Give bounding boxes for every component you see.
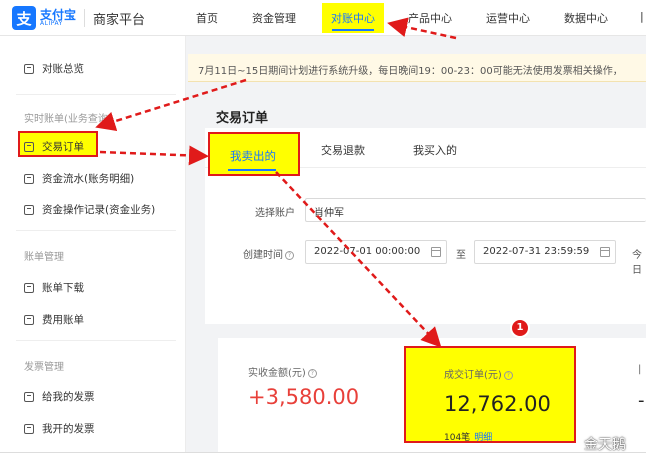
deal-orders-highlight: 成交订单(元)? 12,762.00 104笔 明细: [404, 346, 576, 443]
sidebar-divider: [16, 340, 176, 341]
download-icon: [24, 282, 34, 293]
overview-icon: [24, 63, 34, 74]
tab-refunds[interactable]: 交易退款: [321, 142, 365, 158]
detail-link[interactable]: 明细: [474, 433, 492, 443]
invoice-in-icon: [24, 391, 34, 402]
bottom-edge: [0, 452, 646, 463]
nav-home[interactable]: 首页: [196, 10, 218, 26]
deal-orders-label: 成交订单(元)?: [444, 366, 513, 381]
received-amount-label: 实收金额(元)?: [248, 364, 317, 379]
step-badge: 1: [510, 318, 530, 338]
nav-active-underline: [332, 29, 374, 31]
alipay-logo-icon: 支: [12, 6, 36, 30]
range-separator: 至: [456, 250, 466, 261]
fee-icon: [24, 314, 34, 325]
next-stat-value: -: [638, 390, 645, 411]
sidebar-group-realtime: 实时账单(业务查询): [24, 114, 112, 125]
help-icon: ?: [307, 369, 317, 378]
flow-icon: [24, 173, 34, 184]
tab-sold[interactable]: 我卖出的: [208, 132, 300, 176]
deal-orders-count: 104笔 明细: [444, 433, 493, 443]
sidebar-divider: [16, 94, 176, 95]
help-icon: ?: [503, 371, 513, 380]
nav-reconciliation[interactable]: 对账中心: [322, 3, 384, 33]
nav-operations[interactable]: 运营中心: [486, 10, 530, 26]
order-tabs: 我卖出的 交易退款 我买入的: [205, 128, 646, 176]
sidebar-group-invoice: 发票管理: [24, 362, 64, 373]
sidebar-item-overview[interactable]: 对账总览: [24, 61, 84, 76]
nav-funds[interactable]: 资金管理: [252, 10, 296, 26]
next-stat-label: |: [638, 364, 642, 375]
alipay-logo[interactable]: 支 支付宝 ALIPAY 商家平台: [12, 6, 145, 30]
sidebar-item-fund-ops[interactable]: 资金操作记录(资金业务): [24, 202, 155, 217]
top-navigation: 支 支付宝 ALIPAY 商家平台 首页 资金管理 对账中心 产品中心 运营中心…: [0, 0, 646, 36]
logo-divider: [84, 9, 86, 27]
account-label: 选择账户: [255, 208, 295, 219]
created-time-label: 创建时间?: [243, 246, 294, 261]
sidebar: 对账总览 实时账单(业务查询) 交易订单 资金流水(账务明细) 资金操作记录(资…: [0, 36, 186, 463]
sidebar-item-issued-invoice[interactable]: 我开的发票: [24, 421, 95, 436]
nav-data[interactable]: 数据中心: [564, 10, 608, 26]
tab-sold-label: 我卖出的: [230, 149, 276, 163]
date-end-input[interactable]: 2022-07-31 23:59:59: [474, 240, 616, 264]
date-start-input[interactable]: 2022-07-01 00:00:00: [305, 240, 447, 264]
deal-orders-value: 12,762.00: [444, 392, 551, 416]
watermark: 金天鹅: [584, 437, 626, 453]
sidebar-item-fund-flow[interactable]: 资金流水(账务明细): [24, 171, 134, 186]
record-icon: [24, 204, 34, 215]
received-amount-value: +3,580.00: [248, 385, 360, 409]
system-notice: 7月11日~15日期间计划进行系统升级，每日晚间19：00-23：00可能无法使…: [188, 54, 646, 82]
order-stats-card: 实收金额(元)? +3,580.00 成交订单(元)? 12,762.00 10…: [218, 338, 646, 463]
nav-more[interactable]: |: [640, 10, 644, 23]
nav-reconciliation-label: 对账中心: [331, 12, 375, 25]
platform-title: 商家平台: [93, 12, 146, 28]
quick-today[interactable]: 今日: [632, 246, 646, 276]
calendar-icon[interactable]: [431, 247, 441, 257]
calendar-icon[interactable]: [600, 247, 610, 257]
sidebar-item-bill-download[interactable]: 账单下载: [24, 280, 84, 295]
help-icon: ?: [285, 251, 294, 260]
invoice-out-icon: [24, 423, 34, 434]
tab-active-underline: [228, 169, 276, 171]
sidebar-divider: [16, 230, 176, 231]
sidebar-item-fee-bill[interactable]: 费用账单: [24, 312, 84, 327]
sidebar-item-received-invoice[interactable]: 给我的发票: [24, 389, 95, 404]
account-select[interactable]: 肖仲军: [305, 198, 646, 222]
order-filter-card: 我卖出的 交易退款 我买入的 选择账户 肖仲军 创建时间? 2022-07-01…: [205, 128, 646, 324]
sidebar-item-trade-orders[interactable]: 交易订单: [24, 139, 84, 154]
sidebar-group-bill: 账单管理: [24, 252, 64, 263]
tab-bought[interactable]: 我买入的: [413, 142, 457, 158]
nav-products[interactable]: 产品中心: [408, 10, 452, 26]
page-title: 交易订单: [216, 111, 269, 126]
orders-icon: [24, 141, 34, 152]
